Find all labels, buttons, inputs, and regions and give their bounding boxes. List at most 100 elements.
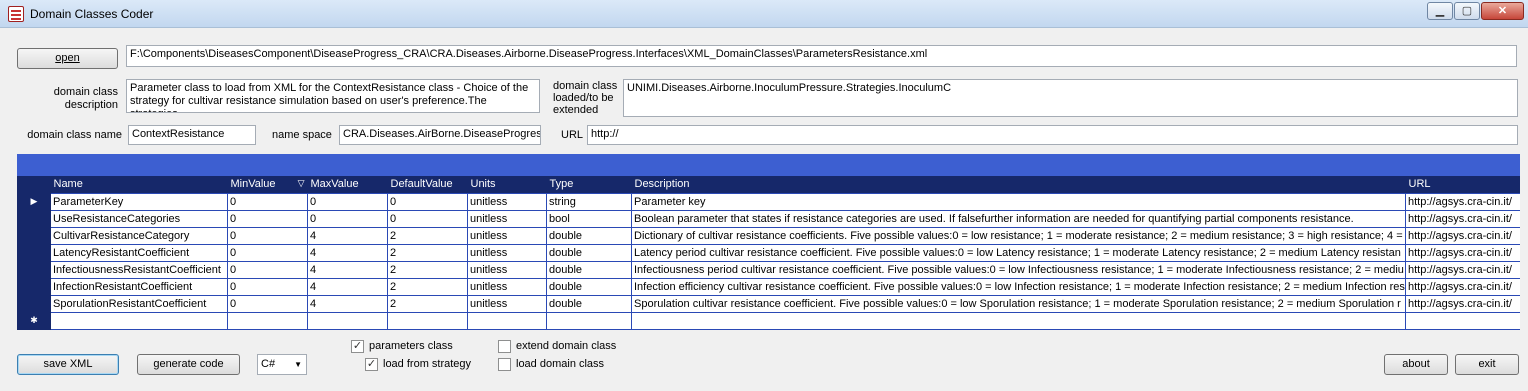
cell-defaultvalue[interactable]: 2	[387, 243, 468, 262]
cell-url[interactable]	[1405, 311, 1520, 330]
column-header-minvalue[interactable]: MinValue ▽	[227, 176, 308, 193]
cell-maxvalue[interactable]: 4	[307, 260, 388, 279]
column-header-description[interactable]: Description	[631, 176, 1406, 193]
cell-description[interactable]: Boolean parameter that states if resista…	[631, 209, 1406, 228]
minimize-button[interactable]: ▁	[1427, 2, 1453, 20]
cell-url[interactable]: http://agsys.cra-cin.it/	[1405, 277, 1520, 296]
column-header-defaultvalue[interactable]: DefaultValue	[387, 176, 468, 193]
row-header[interactable]	[17, 294, 51, 313]
cell-type[interactable]: bool	[546, 209, 632, 228]
cell-units[interactable]: unitless	[467, 192, 547, 211]
exit-button[interactable]: exit	[1455, 354, 1519, 375]
cell-type[interactable]: double	[546, 260, 632, 279]
cell-defaultvalue[interactable]: 0	[387, 209, 468, 228]
cell-type[interactable]: double	[546, 243, 632, 262]
cell-name[interactable]	[50, 311, 228, 330]
cell-defaultvalue[interactable]: 2	[387, 294, 468, 313]
table-row[interactable]: ▶ ParameterKey 0 0 0 unitless string Par…	[17, 192, 1520, 211]
cell-minvalue[interactable]: 0	[227, 294, 308, 313]
new-row-icon[interactable]: ✱	[17, 311, 51, 330]
cell-maxvalue[interactable]: 4	[307, 226, 388, 245]
row-header[interactable]	[17, 209, 51, 228]
current-row-icon[interactable]: ▶	[17, 192, 51, 211]
cell-type[interactable]: double	[546, 226, 632, 245]
cell-url[interactable]: http://agsys.cra-cin.it/	[1405, 243, 1520, 262]
cell-description[interactable]	[631, 311, 1406, 330]
language-select[interactable]: C# ▼	[257, 354, 307, 375]
cell-defaultvalue[interactable]: 2	[387, 260, 468, 279]
cell-url[interactable]: http://agsys.cra-cin.it/	[1405, 209, 1520, 228]
row-header[interactable]	[17, 243, 51, 262]
cell-url[interactable]: http://agsys.cra-cin.it/	[1405, 226, 1520, 245]
extended-class-field[interactable]: UNIMI.Diseases.Airborne.InoculumPressure…	[623, 79, 1518, 117]
cell-defaultvalue[interactable]: 2	[387, 226, 468, 245]
cell-minvalue[interactable]: 0	[227, 209, 308, 228]
cell-minvalue[interactable]: 0	[227, 243, 308, 262]
column-header-name[interactable]: Name	[50, 176, 228, 193]
row-header[interactable]	[17, 260, 51, 279]
cell-type[interactable]: double	[546, 294, 632, 313]
cell-minvalue[interactable]: 0	[227, 277, 308, 296]
load-domain-class-checkbox[interactable]	[498, 358, 511, 371]
cell-units[interactable]: unitless	[467, 260, 547, 279]
cell-maxvalue[interactable]: 0	[307, 209, 388, 228]
cell-description[interactable]: Infection efficiency cultivar resistance…	[631, 277, 1406, 296]
cell-name[interactable]: ParameterKey	[50, 192, 228, 211]
open-button[interactable]: open	[17, 48, 118, 69]
description-field[interactable]: Parameter class to load from XML for the…	[126, 79, 540, 113]
cell-maxvalue[interactable]: 0	[307, 192, 388, 211]
cell-minvalue[interactable]: 0	[227, 260, 308, 279]
namespace-field[interactable]: CRA.Diseases.AirBorne.DiseaseProgress.	[339, 125, 541, 145]
cell-name[interactable]: InfectiousnessResistantCoefficient	[50, 260, 228, 279]
cell-maxvalue[interactable]: 4	[307, 277, 388, 296]
table-row[interactable]: UseResistanceCategories 0 0 0 unitless b…	[17, 209, 1520, 228]
cell-description[interactable]: Latency period cultivar resistance coeff…	[631, 243, 1406, 262]
cell-minvalue[interactable]: 0	[227, 226, 308, 245]
cell-name[interactable]: LatencyResistantCoefficient	[50, 243, 228, 262]
cell-defaultvalue[interactable]: 0	[387, 192, 468, 211]
new-row[interactable]: ✱	[17, 311, 1520, 330]
parameters-grid[interactable]: Name MinValue ▽ MaxValue DefaultValue Uni…	[17, 176, 1520, 330]
cell-maxvalue[interactable]	[307, 311, 388, 330]
column-header-url[interactable]: URL	[1405, 176, 1520, 193]
cell-units[interactable]: unitless	[467, 226, 547, 245]
cell-url[interactable]: http://agsys.cra-cin.it/	[1405, 192, 1520, 211]
generate-code-button[interactable]: generate code	[137, 354, 240, 375]
cell-description[interactable]: Dictionary of cultivar resistance coeffi…	[631, 226, 1406, 245]
column-header-units[interactable]: Units	[467, 176, 547, 193]
cell-units[interactable]: unitless	[467, 209, 547, 228]
cell-name[interactable]: CultivarResistanceCategory	[50, 226, 228, 245]
cell-description[interactable]: Sporulation cultivar resistance coeffici…	[631, 294, 1406, 313]
cell-units[interactable]: unitless	[467, 294, 547, 313]
cell-name[interactable]: SporulationResistantCoefficient	[50, 294, 228, 313]
parameters-class-checkbox[interactable]: ✓	[351, 340, 364, 353]
cell-type[interactable]	[546, 311, 632, 330]
about-button[interactable]: about	[1384, 354, 1448, 375]
cell-minvalue[interactable]: 0	[227, 192, 308, 211]
cell-units[interactable]: unitless	[467, 243, 547, 262]
table-row[interactable]: CultivarResistanceCategory 0 4 2 unitles…	[17, 226, 1520, 245]
save-xml-button[interactable]: save XML	[17, 354, 119, 375]
cell-description[interactable]: Infectiousness period cultivar resistanc…	[631, 260, 1406, 279]
load-from-strategy-checkbox[interactable]: ✓	[365, 358, 378, 371]
cell-type[interactable]: string	[546, 192, 632, 211]
row-header[interactable]	[17, 277, 51, 296]
cell-name[interactable]: InfectionResistantCoefficient	[50, 277, 228, 296]
cell-maxvalue[interactable]: 4	[307, 294, 388, 313]
column-header-type[interactable]: Type	[546, 176, 632, 193]
close-button[interactable]: ✕	[1481, 2, 1524, 20]
cell-name[interactable]: UseResistanceCategories	[50, 209, 228, 228]
cell-url[interactable]: http://agsys.cra-cin.it/	[1405, 260, 1520, 279]
table-row[interactable]: SporulationResistantCoefficient 0 4 2 un…	[17, 294, 1520, 313]
table-row[interactable]: InfectionResistantCoefficient 0 4 2 unit…	[17, 277, 1520, 296]
table-row[interactable]: InfectiousnessResistantCoefficient 0 4 2…	[17, 260, 1520, 279]
cell-description[interactable]: Parameter key	[631, 192, 1406, 211]
url-field[interactable]: http://	[587, 125, 1518, 145]
row-header[interactable]	[17, 226, 51, 245]
file-path-field[interactable]: F:\Components\DiseasesComponent\DiseaseP…	[126, 45, 1517, 67]
cell-units[interactable]	[467, 311, 547, 330]
cell-minvalue[interactable]	[227, 311, 308, 330]
cell-defaultvalue[interactable]	[387, 311, 468, 330]
column-header-maxvalue[interactable]: MaxValue	[307, 176, 388, 193]
extend-domain-class-checkbox[interactable]	[498, 340, 511, 353]
